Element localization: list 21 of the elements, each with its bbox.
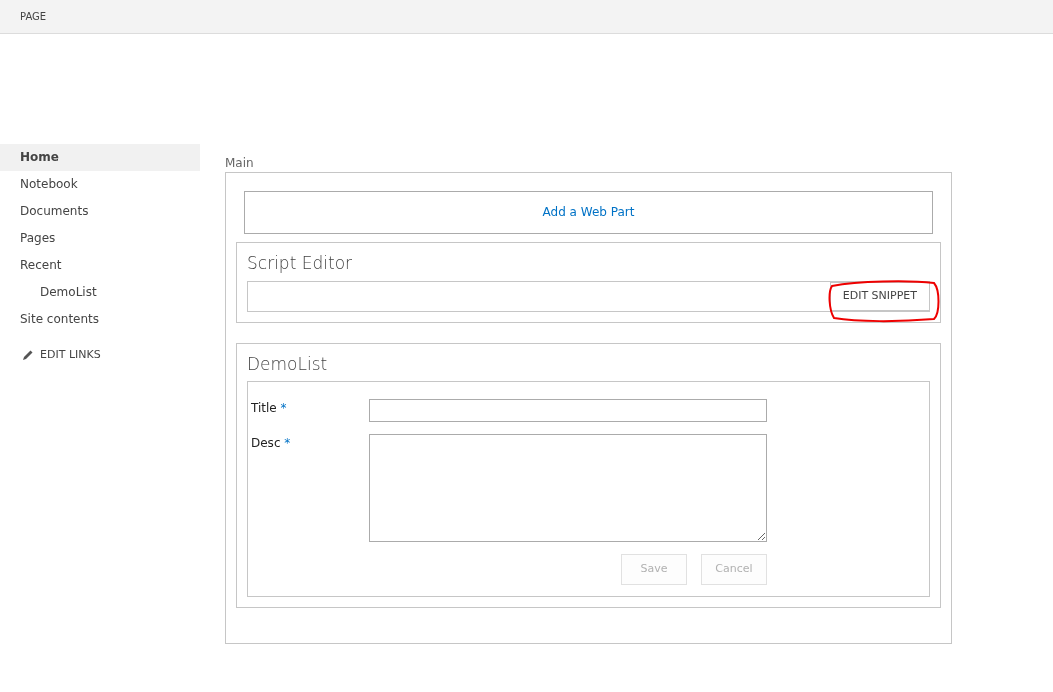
required-mark: * — [284, 436, 291, 450]
nav-link[interactable]: Notebook — [0, 171, 200, 198]
field-label: Title — [251, 401, 277, 415]
ribbon-tab[interactable]: PAGE — [20, 9, 47, 24]
nav-link[interactable]: Site contents — [0, 306, 200, 333]
add-web-part-link[interactable]: Add a Web Part — [244, 191, 933, 234]
web-part-title: DemoList — [247, 352, 328, 376]
nav-link[interactable]: Pages — [0, 225, 200, 252]
input-field[interactable] — [369, 399, 767, 422]
required-mark: * — [280, 401, 287, 415]
edit-links-link[interactable]: EDIT LINKS — [0, 347, 200, 364]
nav-link[interactable]: Home — [0, 144, 200, 171]
edit-snippet-button[interactable]: EDIT SNIPPET — [829, 281, 929, 311]
pencil-icon — [22, 349, 34, 362]
field-label: Desc — [251, 436, 281, 450]
nav-link[interactable]: Documents — [0, 198, 200, 225]
nav-link[interactable]: Recent — [0, 252, 200, 279]
text-area[interactable] — [369, 434, 767, 542]
zone-title: Main — [225, 155, 254, 172]
web-part-title: Script Editor — [247, 252, 353, 275]
nav-link[interactable]: DemoList — [0, 279, 200, 306]
